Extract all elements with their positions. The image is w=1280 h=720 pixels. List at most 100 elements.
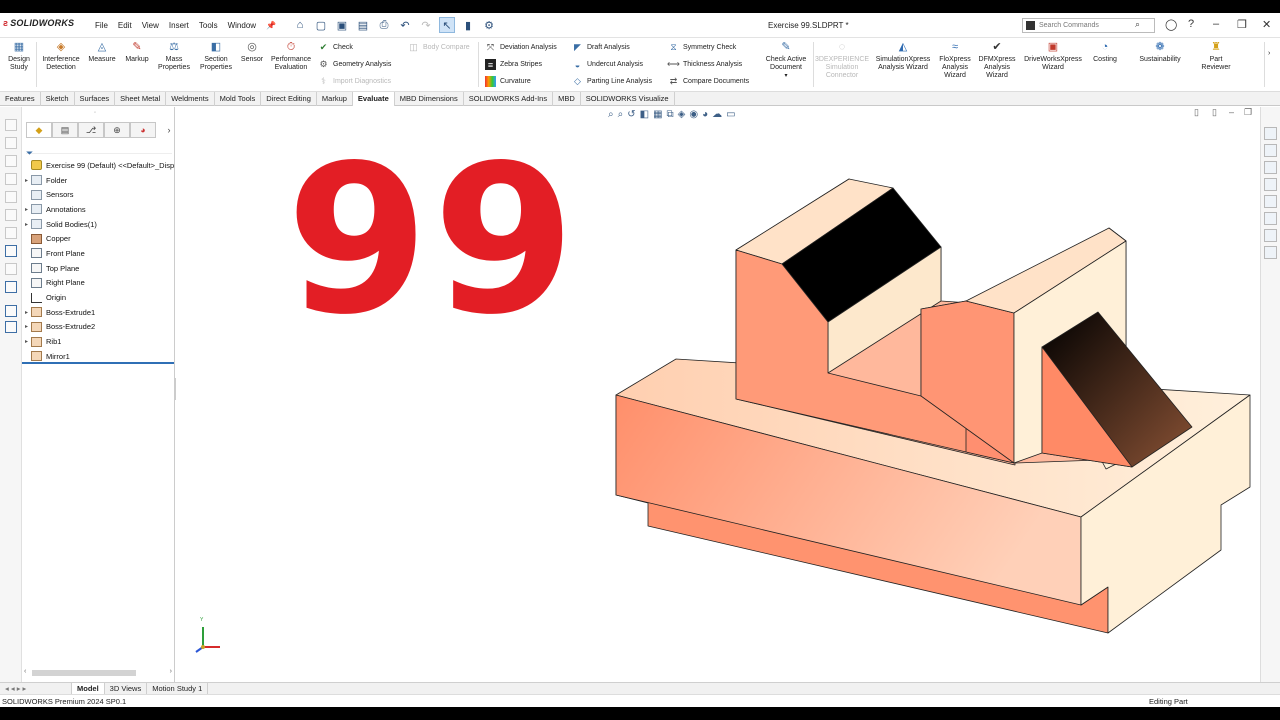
- options-gear-icon[interactable]: ⚙: [481, 17, 497, 33]
- draft-analysis-button[interactable]: ◤ Draft Analysis: [572, 42, 630, 53]
- tree-filter[interactable]: ⏷: [26, 143, 172, 158]
- tab-motion-study-1[interactable]: Motion Study 1: [147, 683, 209, 694]
- sensor-button[interactable]: ◎ Sensor: [238, 40, 266, 64]
- search-commands-input[interactable]: Search Commands ⌕: [1022, 18, 1155, 33]
- expand-arrow-icon[interactable]: ▸: [22, 206, 31, 213]
- plugin-icon[interactable]: [1264, 246, 1277, 259]
- tree-item-origin[interactable]: Origin: [22, 290, 175, 305]
- expand-arrow-icon[interactable]: ▸: [22, 309, 31, 316]
- filter-icon[interactable]: ⏷: [26, 148, 33, 158]
- strip-icon[interactable]: [5, 245, 17, 257]
- curvature-button[interactable]: Curvature: [485, 76, 531, 87]
- ribbon-expand-icon[interactable]: ›: [1268, 50, 1270, 57]
- simulationxpress-button[interactable]: ◭ SimulationXpress Analysis Wizard: [872, 40, 934, 72]
- compare-documents-button[interactable]: ⇄ Compare Documents: [668, 76, 749, 87]
- tree-root[interactable]: Exercise 99 (Default) <<Default>_Disp: [22, 158, 175, 173]
- deviation-analysis-button[interactable]: ⤧ Deviation Analysis: [485, 42, 557, 53]
- menu-insert[interactable]: Insert: [164, 21, 194, 30]
- tree-item-folder[interactable]: ▸ Folder: [22, 173, 175, 188]
- measure-button[interactable]: ◬ Measure: [87, 40, 117, 64]
- property-manager-tab-icon[interactable]: ▤: [52, 122, 78, 138]
- tree-item-rib1[interactable]: ▸ Rib1: [22, 334, 175, 349]
- pin-menu-icon[interactable]: 📌: [266, 21, 276, 30]
- strip-icon[interactable]: [5, 209, 17, 221]
- app-logo[interactable]: ƨ SOLIDWORKS: [3, 18, 74, 28]
- performance-evaluation-button[interactable]: ⏱ Performance Evaluation: [268, 40, 314, 72]
- body-compare-button[interactable]: ◫ Body Compare: [408, 42, 469, 53]
- undercut-analysis-button[interactable]: ◒ Undercut Analysis: [572, 59, 643, 70]
- section-properties-button[interactable]: ◧ Section Properties: [196, 40, 236, 72]
- tab-mbd-dimensions[interactable]: MBD Dimensions: [395, 92, 464, 106]
- panel-grip-icon[interactable]: ◦: [94, 110, 96, 116]
- tab-surfaces[interactable]: Surfaces: [75, 92, 116, 106]
- geometry-analysis-button[interactable]: ⚙ Geometry Analysis: [318, 59, 391, 70]
- print-icon[interactable]: ⎙: [376, 17, 392, 33]
- display-manager-tab-icon[interactable]: ◕: [130, 122, 156, 138]
- save-icon[interactable]: ▤: [355, 17, 371, 33]
- menu-tools[interactable]: Tools: [194, 21, 223, 30]
- scroll-right-icon[interactable]: ›: [170, 668, 172, 675]
- open-folder-icon[interactable]: ▣: [334, 17, 350, 33]
- tab-scroll-controls[interactable]: ◂ ◂ ▸ ▸: [0, 683, 72, 694]
- help-icon[interactable]: ?: [1188, 18, 1194, 30]
- check-active-document-button[interactable]: ✎ Check Active Document ▾: [762, 40, 810, 80]
- menu-file[interactable]: File: [90, 21, 113, 30]
- solidworks-resources-icon[interactable]: [1264, 127, 1277, 140]
- tab-model[interactable]: Model: [72, 683, 105, 694]
- tree-item-material[interactable]: Copper: [22, 231, 175, 246]
- symmetry-check-button[interactable]: ⧖ Symmetry Check: [668, 42, 736, 53]
- traffic-light-icon[interactable]: ▮: [460, 17, 476, 33]
- strip-icon[interactable]: [5, 173, 17, 185]
- tree-horizontal-scrollbar[interactable]: ‹ ›: [24, 668, 172, 678]
- forum-icon[interactable]: [1264, 229, 1277, 242]
- costing-button[interactable]: ◔ Costing: [1088, 40, 1122, 64]
- mass-properties-button[interactable]: ⚖ Mass Properties: [155, 40, 193, 72]
- driveworksxpress-button[interactable]: ▣ DriveWorksXpress Wizard: [1020, 40, 1086, 72]
- tab-features[interactable]: Features: [0, 92, 41, 106]
- thickness-analysis-button[interactable]: ⟷ Thickness Analysis: [667, 59, 742, 70]
- tab-solidworks-add-ins[interactable]: SOLIDWORKS Add-Ins: [464, 92, 554, 106]
- interference-detection-button[interactable]: ◈ Interference Detection: [39, 40, 83, 72]
- search-icon[interactable]: ⌕: [1135, 19, 1140, 30]
- design-library-icon[interactable]: [1264, 144, 1277, 157]
- restore-icon[interactable]: ❐: [1237, 18, 1247, 31]
- check-button[interactable]: ✔ Check: [318, 42, 353, 53]
- user-account-icon[interactable]: ◯: [1165, 18, 1177, 31]
- scrollbar-thumb[interactable]: [32, 670, 136, 676]
- minimize-icon[interactable]: –: [1213, 18, 1219, 30]
- select-cursor-icon[interactable]: ↖: [439, 17, 455, 33]
- tree-item-sensors[interactable]: Sensors: [22, 187, 175, 202]
- zebra-stripes-button[interactable]: ≡ Zebra Stripes: [485, 59, 542, 70]
- sustainability-button[interactable]: ❁ Sustainability: [1134, 40, 1186, 64]
- part-reviewer-button[interactable]: ♜ Part Reviewer: [1198, 40, 1234, 72]
- 3dexperience-simulation-connector-button[interactable]: ◌ 3DEXPERIENCE Simulation Connector: [815, 40, 869, 80]
- strip-icon[interactable]: [5, 119, 17, 131]
- tree-item-annotations[interactable]: ▸ Annotations: [22, 202, 175, 217]
- expand-arrow-icon[interactable]: ▸: [22, 323, 31, 330]
- dimxpert-tab-icon[interactable]: ⊕: [104, 122, 130, 138]
- view-palette-icon[interactable]: [1264, 178, 1277, 191]
- rollback-bar[interactable]: [22, 362, 174, 364]
- tab-direct-editing[interactable]: Direct Editing: [261, 92, 317, 106]
- appearances-icon[interactable]: [1264, 195, 1277, 208]
- parting-line-analysis-button[interactable]: ◇ Parting Line Analysis: [572, 76, 652, 87]
- tab-mold-tools[interactable]: Mold Tools: [215, 92, 262, 106]
- feature-tree-tab-icon[interactable]: ◆: [26, 122, 52, 138]
- menu-view[interactable]: View: [137, 21, 164, 30]
- strip-icon[interactable]: [5, 305, 17, 317]
- custom-properties-icon[interactable]: [1264, 212, 1277, 225]
- dfmxpress-button[interactable]: ✔ DFMXpress Analysis Wizard: [976, 40, 1018, 80]
- tab-sheet-metal[interactable]: Sheet Metal: [115, 92, 167, 106]
- markup-button[interactable]: ✎ Markup: [122, 40, 152, 64]
- design-study-button[interactable]: ▦ Design Study: [5, 40, 33, 72]
- tab-mbd[interactable]: MBD: [553, 92, 581, 106]
- new-document-icon[interactable]: ▢: [313, 17, 329, 33]
- home-icon[interactable]: ⌂: [292, 17, 308, 33]
- tree-item-front-plane[interactable]: Front Plane: [22, 246, 175, 261]
- menu-window[interactable]: Window: [223, 21, 261, 30]
- graphics-area[interactable]: ⌕ ⌕ ↺ ◧ ▦ ⧉ ◈ ◉ ◕ ☁ ▭ ▯ ▯ – ❐ ✕ 99: [176, 107, 1260, 682]
- strip-icon[interactable]: [5, 321, 17, 333]
- chevron-down-icon[interactable]: ▾: [784, 72, 787, 80]
- configuration-manager-tab-icon[interactable]: ⎇: [78, 122, 104, 138]
- strip-icon[interactable]: [5, 155, 17, 167]
